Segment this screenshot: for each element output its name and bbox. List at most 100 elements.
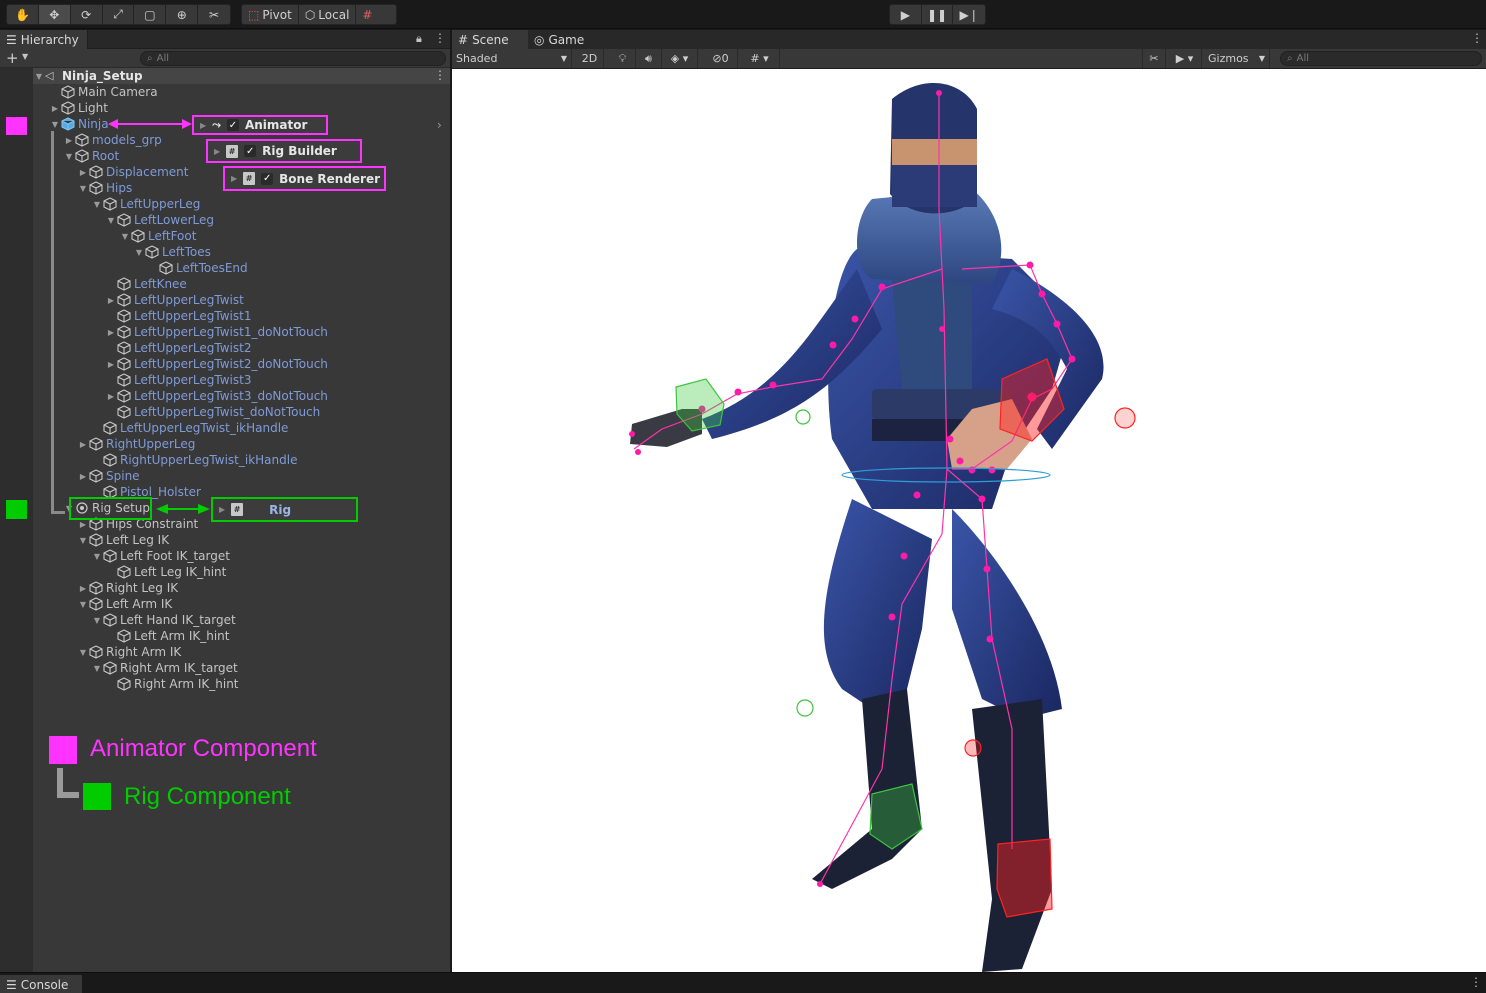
chevron-down-icon[interactable]: ▼ [105, 216, 117, 225]
animator-component-badge[interactable]: ▶ ⤳ ✓ Animator [192, 115, 328, 135]
hidden-objects-toggle[interactable]: ⊘ 0 [704, 49, 738, 68]
hierarchy-item[interactable]: RightUpperLegTwist_ikHandle [91, 452, 297, 468]
hierarchy-item[interactable]: ▼ Root [63, 148, 119, 164]
hierarchy-item[interactable]: LeftUpperLegTwist2 [105, 340, 251, 356]
chevron-down-icon[interactable]: ▼ [77, 536, 89, 545]
hierarchy-item[interactable]: ▼ LeftToes [133, 244, 211, 260]
lock-icon[interactable]: 🔒︎ [416, 32, 422, 46]
chevron-down-icon[interactable]: ▼ [49, 120, 61, 129]
grid-toggle-icon[interactable]: # ▾ [740, 49, 780, 68]
gizmos-dropdown[interactable]: Gizmos ▼ [1204, 49, 1270, 68]
rect-tool-icon[interactable]: ▢ [134, 5, 167, 24]
chevron-down-icon[interactable]: ▼ [22, 52, 28, 61]
chevron-right-icon[interactable]: ▶ [105, 328, 117, 337]
camera-icon[interactable]: ▶ ▾ [1168, 49, 1202, 68]
animator-enabled-checkbox[interactable]: ✓ [226, 119, 239, 131]
hierarchy-item[interactable]: ▶ models_grp [63, 132, 162, 148]
hierarchy-item[interactable]: LeftKnee [105, 276, 187, 292]
tab-scene[interactable]: # Scene [452, 30, 528, 49]
step-icon[interactable]: ▶❘ [953, 5, 985, 24]
rotate-tool-icon[interactable]: ⟳ [71, 5, 103, 24]
hierarchy-item[interactable]: ▶ Spine [77, 468, 140, 484]
hierarchy-search-input[interactable]: ⌕ All [140, 51, 446, 66]
hierarchy-item[interactable]: LeftUpperLegTwist1 [105, 308, 251, 324]
rig-component-badge[interactable]: ▶ # Rig [211, 497, 358, 522]
bone-renderer-enabled-checkbox[interactable]: ✓ [261, 172, 274, 185]
hierarchy-item[interactable]: LeftUpperLegTwist3 [105, 372, 251, 388]
tab-game[interactable]: ◎ Game [528, 30, 590, 49]
scene-viewport[interactable] [452, 69, 1486, 972]
hierarchy-item[interactable]: ▼ Left Leg IK [77, 532, 169, 548]
chevron-right-icon[interactable]: ▶ [49, 104, 61, 113]
hierarchy-item[interactable]: ▼ Right Arm IK [77, 644, 181, 660]
shading-mode-dropdown[interactable]: Shaded ▼ [452, 49, 572, 68]
hierarchy-item[interactable]: Left Leg IK_hint [105, 564, 226, 580]
scene-search-input[interactable]: ⌕ All [1280, 51, 1482, 66]
local-button[interactable]: ⬡ Local [299, 5, 357, 24]
console-menu-icon[interactable]: ⋮ [1470, 975, 1482, 989]
chevron-down-icon[interactable]: ▼ [91, 616, 103, 625]
lighting-icon[interactable]: 💡︎ [610, 49, 636, 68]
hierarchy-item[interactable]: ▼ LeftLowerLeg [105, 212, 214, 228]
hierarchy-item[interactable]: ▼ Left Foot IK_target [91, 548, 230, 564]
chevron-down-icon[interactable]: ▼ [91, 552, 103, 561]
chevron-right-icon[interactable]: ▶ [77, 440, 89, 449]
chevron-down-icon[interactable]: ▼ [91, 664, 103, 673]
hierarchy-item[interactable]: Main Camera [49, 84, 158, 100]
chevron-down-icon[interactable]: ▼ [77, 600, 89, 609]
chevron-down-icon[interactable]: ▼ [119, 232, 131, 241]
tools-icon[interactable]: ✂ [1142, 49, 1166, 68]
effects-icon[interactable]: ◈ ▾ [662, 49, 698, 68]
chevron-right-icon[interactable]: ▶ [63, 136, 75, 145]
chevron-down-icon[interactable]: ▼ [77, 184, 89, 193]
hierarchy-item[interactable]: ▶ Light [49, 100, 108, 116]
rig-builder-component-badge[interactable]: ▶ # ✓ Rig Builder [206, 139, 362, 163]
scene-menu-icon[interactable]: ⋮ [434, 68, 446, 82]
play-icon[interactable]: ▶ [890, 5, 922, 24]
chevron-right-icon[interactable]: ▶ [77, 472, 89, 481]
hierarchy-item[interactable]: ▶ RightUpperLeg [77, 436, 196, 452]
hierarchy-item[interactable]: Right Arm IK_hint [105, 676, 239, 692]
hierarchy-item[interactable]: LeftToesEnd [147, 260, 248, 276]
hierarchy-item[interactable]: ▼ Left Arm IK [77, 596, 172, 612]
chevron-right-icon[interactable]: ▶ [77, 584, 89, 593]
chevron-right-icon[interactable]: › [437, 118, 442, 132]
scene-menu-icon[interactable]: ⋮ [1471, 31, 1483, 45]
hierarchy-item[interactable]: LeftUpperLegTwist_doNotTouch [105, 404, 320, 420]
custom-tool-icon[interactable]: ✂ [198, 5, 230, 24]
hierarchy-item[interactable]: Left Arm IK_hint [105, 628, 229, 644]
expand-arrow-icon[interactable]: ▼ [33, 72, 45, 81]
chevron-down-icon[interactable]: ▼ [77, 648, 89, 657]
hierarchy-item[interactable]: ▶ LeftUpperLegTwist1_doNotTouch [105, 324, 328, 340]
hierarchy-item[interactable]: ▼ Ninja [49, 116, 109, 132]
audio-icon[interactable]: 🔊︎ [636, 49, 662, 68]
hierarchy-item[interactable]: LeftUpperLegTwist_ikHandle [91, 420, 288, 436]
hierarchy-item[interactable]: ▼ Hips [77, 180, 132, 196]
chevron-right-icon[interactable]: ▶ [105, 296, 117, 305]
toggle-2d-button[interactable]: 2D [576, 49, 604, 68]
hierarchy-item[interactable]: ▶ LeftUpperLegTwist2_doNotTouch [105, 356, 328, 372]
chevron-down-icon[interactable]: ▼ [91, 200, 103, 209]
move-tool-icon[interactable]: ✥ [38, 5, 71, 24]
chevron-right-icon[interactable]: ▶ [77, 520, 89, 529]
chevron-down-icon[interactable]: ▼ [63, 152, 75, 161]
pause-icon[interactable]: ❚❚ [922, 5, 954, 24]
chevron-right-icon[interactable]: ▶ [105, 392, 117, 401]
hierarchy-item[interactable]: ▼ LeftFoot [119, 228, 197, 244]
hand-tool-icon[interactable]: ✋ [7, 5, 39, 24]
chevron-down-icon[interactable]: ▼ [133, 248, 145, 257]
tab-console[interactable]: ☰ Console [0, 975, 82, 993]
rig-builder-enabled-checkbox[interactable]: ✓ [244, 145, 257, 157]
chevron-right-icon[interactable]: ▶ [77, 168, 89, 177]
transform-tool-icon[interactable]: ⊕ [166, 5, 199, 24]
add-icon[interactable]: + [6, 49, 19, 67]
hierarchy-item[interactable]: ▶ LeftUpperLegTwist3_doNotTouch [105, 388, 328, 404]
hierarchy-item[interactable]: ▼ Right Arm IK_target [91, 660, 238, 676]
hierarchy-item[interactable]: ▼ LeftUpperLeg [91, 196, 200, 212]
grid-snap-button[interactable]: # [356, 5, 378, 24]
scale-tool-icon[interactable]: ⤢ [103, 5, 135, 24]
hierarchy-item[interactable]: ▼ Left Hand IK_target [91, 612, 236, 628]
pivot-button[interactable]: ⬚ Pivot [242, 5, 299, 24]
hierarchy-item[interactable]: ▶ Displacement [77, 164, 189, 180]
scene-root-row[interactable]: ▼ ◁ Ninja_Setup ⋮ [33, 68, 450, 84]
